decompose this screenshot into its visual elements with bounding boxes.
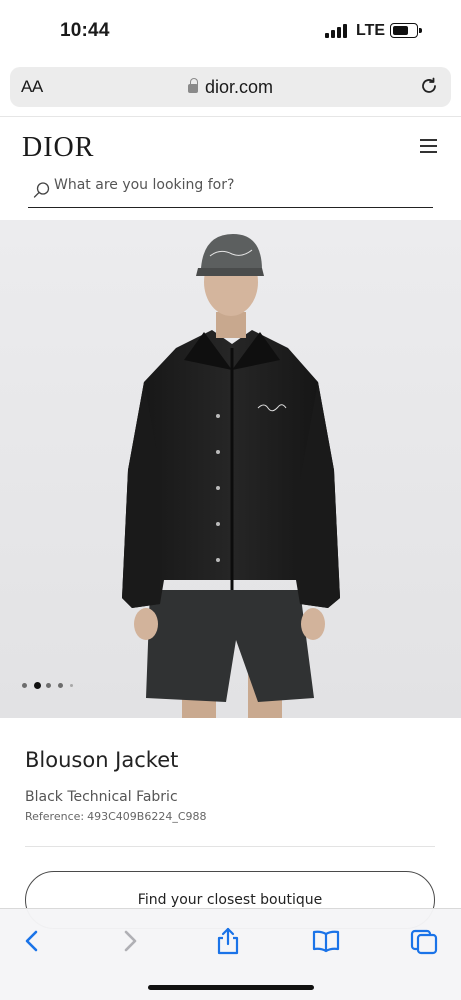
search-bar[interactable]: [28, 172, 433, 208]
bookmarks-icon[interactable]: [312, 927, 340, 955]
share-icon[interactable]: [214, 927, 242, 955]
address-bar[interactable]: AA dior.com: [10, 67, 451, 107]
carousel-dot[interactable]: [22, 683, 27, 688]
reload-icon[interactable]: [419, 76, 439, 96]
header-divider: [0, 116, 461, 117]
battery-icon: [390, 23, 422, 38]
product-photo: [0, 220, 461, 718]
carousel-dot[interactable]: [58, 683, 63, 688]
product-reference: Reference: 493C409B6224_C988: [25, 810, 207, 823]
carousel-dot[interactable]: [34, 682, 41, 689]
product-image[interactable]: [0, 220, 461, 718]
lock-icon: [187, 78, 198, 93]
search-icon: [33, 182, 50, 198]
reference-value: 493C409B6224_C988: [87, 810, 207, 823]
url-text: dior.com: [204, 77, 274, 97]
hamburger-menu-icon[interactable]: [420, 139, 437, 153]
carousel-dot[interactable]: [70, 684, 73, 687]
tabs-icon[interactable]: [410, 927, 438, 955]
reference-label: Reference:: [25, 810, 85, 823]
forward-icon[interactable]: [116, 927, 144, 955]
section-divider: [25, 846, 435, 847]
signal-icon: [325, 24, 349, 38]
product-title: Blouson Jacket: [25, 748, 179, 772]
home-indicator[interactable]: [148, 985, 314, 990]
carousel-dot[interactable]: [46, 683, 51, 688]
dior-logo[interactable]: DIOR: [22, 132, 94, 164]
network-type: LTE: [356, 22, 386, 39]
status-time: 10:44: [60, 20, 110, 41]
product-material: Black Technical Fabric: [25, 789, 178, 805]
search-input[interactable]: [54, 177, 424, 193]
url-display[interactable]: dior.com: [10, 77, 451, 98]
status-bar: 10:44 LTE: [0, 0, 461, 62]
back-icon[interactable]: [18, 927, 46, 955]
